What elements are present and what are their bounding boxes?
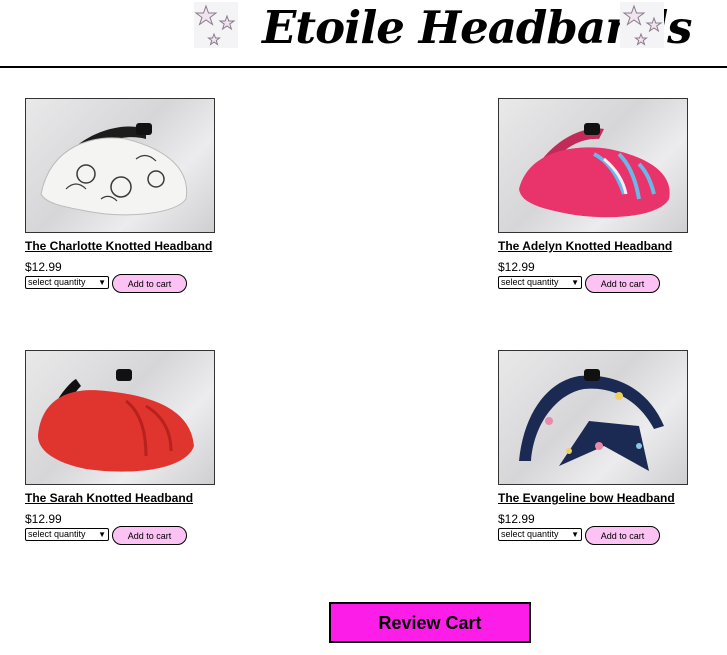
product-price: $12.99 [498, 512, 535, 526]
quantity-select[interactable]: select quantity ▼ [25, 528, 109, 541]
add-to-cart-button[interactable]: Add to cart [112, 274, 187, 293]
chevron-down-icon: ▼ [98, 278, 106, 287]
stars-icon [194, 2, 238, 48]
site-header: Etoile Headbands [0, 0, 727, 68]
product-price: $12.99 [498, 260, 535, 274]
add-to-cart-button[interactable]: Add to cart [585, 274, 660, 293]
product-name-link[interactable]: The Adelyn Knotted Headband [498, 239, 718, 254]
floral-white-headband-image[interactable] [25, 98, 215, 233]
quantity-select[interactable]: select quantity ▼ [498, 276, 582, 289]
chevron-down-icon: ▼ [571, 278, 579, 287]
chevron-down-icon: ▼ [98, 530, 106, 539]
quantity-select[interactable]: select quantity ▼ [498, 528, 582, 541]
quantity-select[interactable]: select quantity ▼ [25, 276, 109, 289]
product-card: The Sarah Knotted Headband $12.99 select… [25, 350, 245, 548]
add-to-cart-button[interactable]: Add to cart [112, 526, 187, 545]
quantity-select-value: select quantity [501, 277, 559, 287]
navy-floral-bow-headband-image[interactable] [498, 350, 688, 485]
stars-icon [620, 2, 664, 48]
quantity-select-value: select quantity [28, 277, 86, 287]
product-card: The Evangeline bow Headband $12.99 selec… [498, 350, 718, 548]
product-card: The Charlotte Knotted Headband $12.99 se… [25, 98, 245, 296]
product-price: $12.99 [25, 260, 62, 274]
quantity-select-value: select quantity [28, 529, 86, 539]
product-price: $12.99 [25, 512, 62, 526]
chevron-down-icon: ▼ [571, 530, 579, 539]
product-card: The Adelyn Knotted Headband $12.99 selec… [498, 98, 718, 296]
review-cart-button[interactable]: Review Cart [329, 602, 531, 643]
red-headband-image[interactable] [25, 350, 215, 485]
quantity-select-value: select quantity [501, 529, 559, 539]
product-name-link[interactable]: The Sarah Knotted Headband [25, 491, 245, 506]
add-to-cart-button[interactable]: Add to cart [585, 526, 660, 545]
product-name-link[interactable]: The Charlotte Knotted Headband [25, 239, 245, 254]
product-name-link[interactable]: The Evangeline bow Headband [498, 491, 718, 506]
pink-headband-image[interactable] [498, 98, 688, 233]
